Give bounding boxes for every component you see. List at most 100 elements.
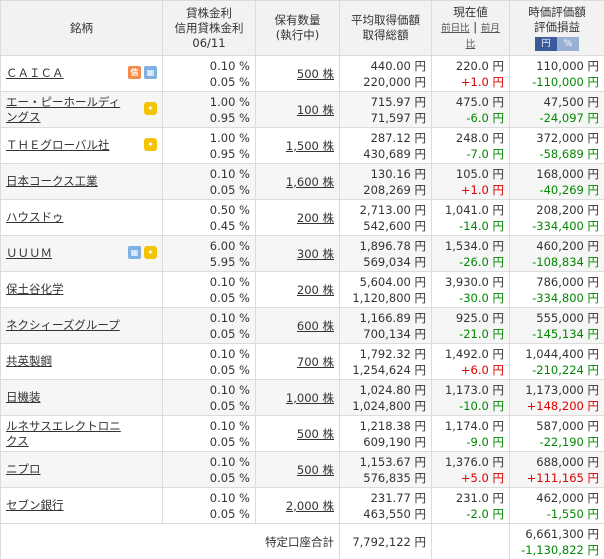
quantity-link[interactable]: 1,000 株 <box>286 391 334 405</box>
quantity-cell: 1,500 株 <box>255 127 340 164</box>
sort-prev-day-link[interactable]: 前日比 <box>441 23 470 34</box>
price-change: -26.0 円 <box>459 254 504 269</box>
stock-name-cell: ＵＵＵＭ ▦ ✦ <box>0 235 163 272</box>
quantity-cell: 500 株 <box>255 415 340 452</box>
lending-rate-cell: 0.10 % 0.05 % <box>162 163 256 200</box>
yellow-badge-icon: ✦ <box>144 102 157 115</box>
margin-lending-rate: 0.05 % <box>209 398 250 413</box>
current-price-cell: 475.0 円 -6.0 円 <box>431 91 510 128</box>
quantity-link[interactable]: 500 株 <box>297 463 334 477</box>
stock-name-link[interactable]: 保土谷化学 <box>6 282 64 297</box>
quantity-link[interactable]: 500 株 <box>297 67 334 81</box>
acquisition-total: 430,689 円 <box>363 146 426 161</box>
lending-rate-cell: 0.10 % 0.05 % <box>162 271 256 308</box>
lending-rate: 0.10 % <box>209 274 250 289</box>
acquisition-cell: 1,792.32 円 1,254,624 円 <box>339 343 432 380</box>
stock-name-link[interactable]: ネクシィーズグループ <box>6 318 120 333</box>
acquisition-cell: 1,024.80 円 1,024,800 円 <box>339 379 432 416</box>
avg-acquisition-price: 715.97 円 <box>370 94 426 109</box>
yellow-badge-icon: ✦ <box>144 138 157 151</box>
col-header-valuation: 時価評価額 評価損益 円% <box>509 0 604 56</box>
table-row: ＵＵＵＭ ▦ ✦ 6.00 % 5.95 % 300 株 1,896.78 円 56… <box>0 235 604 272</box>
quantity-link[interactable]: 700 株 <box>297 355 334 369</box>
stock-name-link[interactable]: 日機装 <box>6 390 41 405</box>
acquisition-cell: 440.00 円 220,000 円 <box>339 55 432 92</box>
table-row: ＣＡＩＣＡ 信 ▦ 0.10 % 0.05 % 500 株 440.00 円 220… <box>0 55 604 92</box>
price-change: -10.0 円 <box>459 398 504 413</box>
lending-rate: 0.10 % <box>209 58 250 73</box>
stock-name-link[interactable]: ハウスドゥ <box>6 210 64 225</box>
current-price-cell: 1,376.0 円 +5.0 円 <box>431 451 510 488</box>
valuation-cell: 168,000 円 -40,269 円 <box>509 163 604 200</box>
stock-name-link[interactable]: ＣＡＩＣＡ <box>6 66 64 81</box>
stock-name-link[interactable]: ルネサスエレクトロニクス <box>6 419 130 449</box>
profit-loss: -110,000 円 <box>532 74 599 89</box>
stock-name-link[interactable]: 日本コークス工業 <box>6 174 98 189</box>
total-valuation-cell: 6,661,300 円 -1,130,822 円 <box>509 523 604 559</box>
valuation-cell: 1,044,400 円 -210,224 円 <box>509 343 604 380</box>
lending-rate-cell: 1.00 % 0.95 % <box>162 127 256 164</box>
stock-name-cell: ニプロ <box>0 451 163 488</box>
stock-name-link[interactable]: セブン銀行 <box>6 498 64 513</box>
current-price-cell: 220.0 円 +1.0 円 <box>431 55 510 92</box>
stock-name-cell: 共英製鋼 <box>0 343 163 380</box>
current-price: 1,173.0 円 <box>444 382 504 397</box>
current-price: 231.0 円 <box>455 490 504 505</box>
market-value: 587,000 円 <box>536 418 599 433</box>
acquisition-total: 71,597 円 <box>370 110 426 125</box>
quantity-link[interactable]: 1,600 株 <box>286 175 334 189</box>
lending-rate: 0.10 % <box>209 166 250 181</box>
price-change: +1.0 円 <box>460 182 504 197</box>
quantity-cell: 200 株 <box>255 199 340 236</box>
quantity-link[interactable]: 500 株 <box>297 427 334 441</box>
market-value: 555,000 円 <box>536 310 599 325</box>
price-change: -21.0 円 <box>459 326 504 341</box>
lending-rate: 1.00 % <box>209 130 250 145</box>
acquisition-cell: 2,713.00 円 542,600 円 <box>339 199 432 236</box>
price-change: -9.0 円 <box>466 434 504 449</box>
quantity-link[interactable]: 200 株 <box>297 283 334 297</box>
toggle-percent[interactable]: % <box>557 37 579 51</box>
valuation-cell: 372,000 円 -58,689 円 <box>509 127 604 164</box>
quantity-link[interactable]: 300 株 <box>297 247 334 261</box>
badge-group: ▦ ✦ <box>128 246 157 259</box>
stock-name-link[interactable]: ＴＨＥグローバル社 <box>6 138 109 153</box>
quantity-cell: 700 株 <box>255 343 340 380</box>
price-change: +1.0 円 <box>460 74 504 89</box>
price-change: -7.0 円 <box>466 146 504 161</box>
acquisition-total: 1,254,624 円 <box>352 362 426 377</box>
toggle-yen[interactable]: 円 <box>535 37 557 51</box>
market-value: 1,173,000 円 <box>525 382 599 397</box>
table-row: 保土谷化学 0.10 % 0.05 % 200 株 5,604.00 円 1,1… <box>0 271 604 308</box>
col-header-current: 現在値 前日比 | 前月比 <box>431 0 510 56</box>
table-row: ネクシィーズグループ 0.10 % 0.05 % 600 株 1,166.89 … <box>0 307 604 344</box>
lending-rate-cell: 6.00 % 5.95 % <box>162 235 256 272</box>
quantity-link[interactable]: 600 株 <box>297 319 334 333</box>
total-empty-cell <box>431 523 510 559</box>
stock-name-cell: セブン銀行 <box>0 487 163 524</box>
stock-name-link[interactable]: ＵＵＵＭ <box>6 246 52 261</box>
profit-loss: -334,400 円 <box>532 218 599 233</box>
valuation-cell: 110,000 円 -110,000 円 <box>509 55 604 92</box>
stock-name-link[interactable]: 共英製鋼 <box>6 354 52 369</box>
acquisition-total: 576,835 円 <box>363 470 426 485</box>
quantity-link[interactable]: 200 株 <box>297 211 334 225</box>
yen-percent-toggle[interactable]: 円% <box>535 37 579 51</box>
quantity-link[interactable]: 100 株 <box>297 103 334 117</box>
stock-name-link[interactable]: エー・ピーホールディングス <box>6 95 130 125</box>
current-price: 1,534.0 円 <box>444 238 504 253</box>
avg-acquisition-price: 440.00 円 <box>370 58 426 73</box>
margin-lending-rate: 0.05 % <box>209 326 250 341</box>
lending-rate: 0.10 % <box>209 382 250 397</box>
quantity-cell: 1,000 株 <box>255 379 340 416</box>
current-price: 3,930.0 円 <box>444 274 504 289</box>
lending-rate-cell: 0.10 % 0.05 % <box>162 307 256 344</box>
quantity-link[interactable]: 2,000 株 <box>286 499 334 513</box>
avg-acquisition-price: 1,024.80 円 <box>359 382 426 397</box>
stock-name-link[interactable]: ニプロ <box>6 462 41 477</box>
col-header-rates: 貸株金利 信用貸株金利 06/11 <box>162 0 256 56</box>
valuation-cell: 1,173,000 円 +148,200 円 <box>509 379 604 416</box>
profit-loss: -40,269 円 <box>539 182 599 197</box>
quantity-link[interactable]: 1,500 株 <box>286 139 334 153</box>
market-value: 786,000 円 <box>536 274 599 289</box>
